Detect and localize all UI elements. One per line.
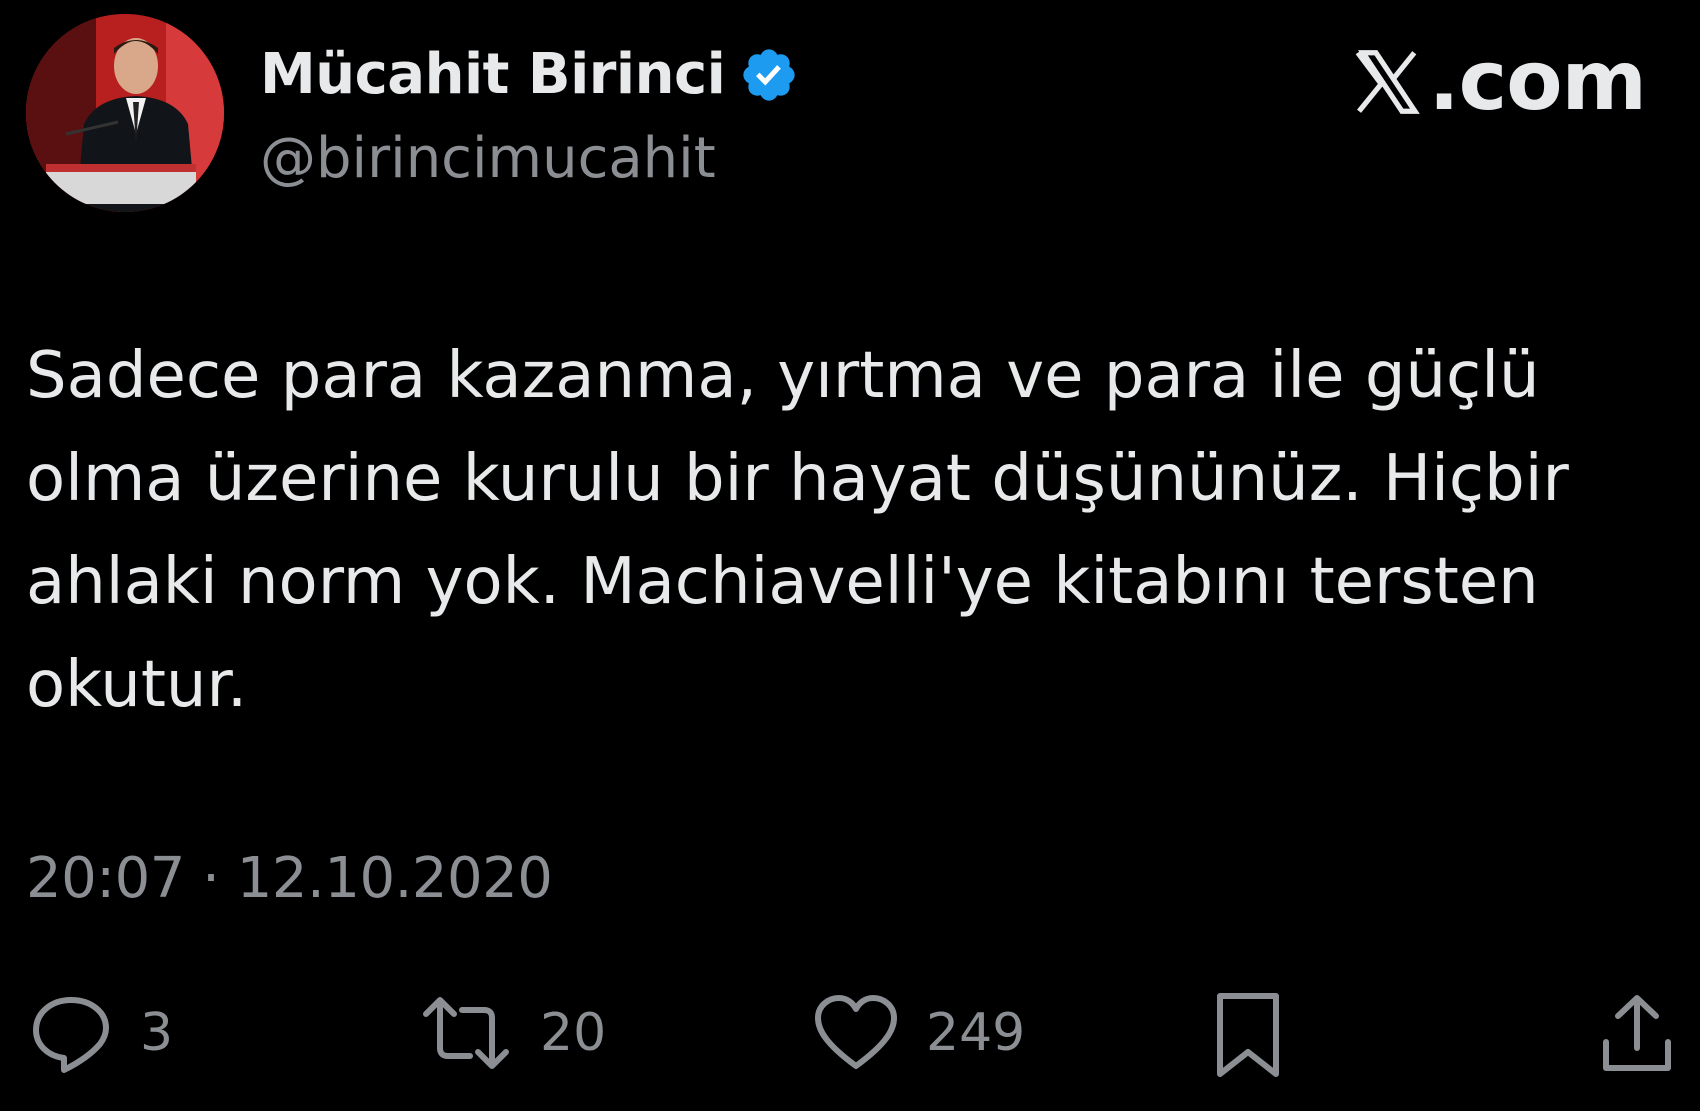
reply-icon (33, 997, 109, 1073)
retweet-count: 20 (540, 1003, 607, 1063)
share-button[interactable] (1598, 990, 1676, 1076)
avatar[interactable] (26, 14, 224, 212)
tweet-header: Mücahit Birinci @birincimucahit .com (26, 14, 1674, 214)
author-handle[interactable]: @birincimucahit (260, 126, 716, 191)
brand-watermark: .com (1348, 34, 1647, 129)
bookmark-button[interactable] (1212, 990, 1284, 1082)
share-icon (1603, 995, 1671, 1071)
tweet-timestamp[interactable]: 20:07 · 12.10.2020 (26, 846, 553, 911)
author-display-name[interactable]: Mücahit Birinci (260, 42, 726, 107)
avatar-image (26, 14, 224, 212)
tweet-text: Sadece para kazanma, yırtma ve para ile … (26, 339, 1569, 722)
retweet-icon (423, 997, 509, 1069)
brand-label: .com (1428, 34, 1647, 129)
retweet-button[interactable]: 20 (418, 990, 606, 1076)
reply-count: 3 (140, 1003, 174, 1063)
x-logo-icon (1356, 49, 1421, 114)
tweet-actions: 3 20 249 (0, 990, 1700, 1100)
author-name-row[interactable]: Mücahit Birinci (260, 42, 799, 107)
bookmark-icon (1217, 993, 1279, 1077)
reply-button[interactable]: 3 (28, 990, 173, 1076)
like-count: 249 (926, 1003, 1026, 1063)
heart-icon (815, 995, 897, 1069)
like-button[interactable]: 249 (812, 990, 1025, 1076)
verified-badge-icon (739, 45, 799, 105)
